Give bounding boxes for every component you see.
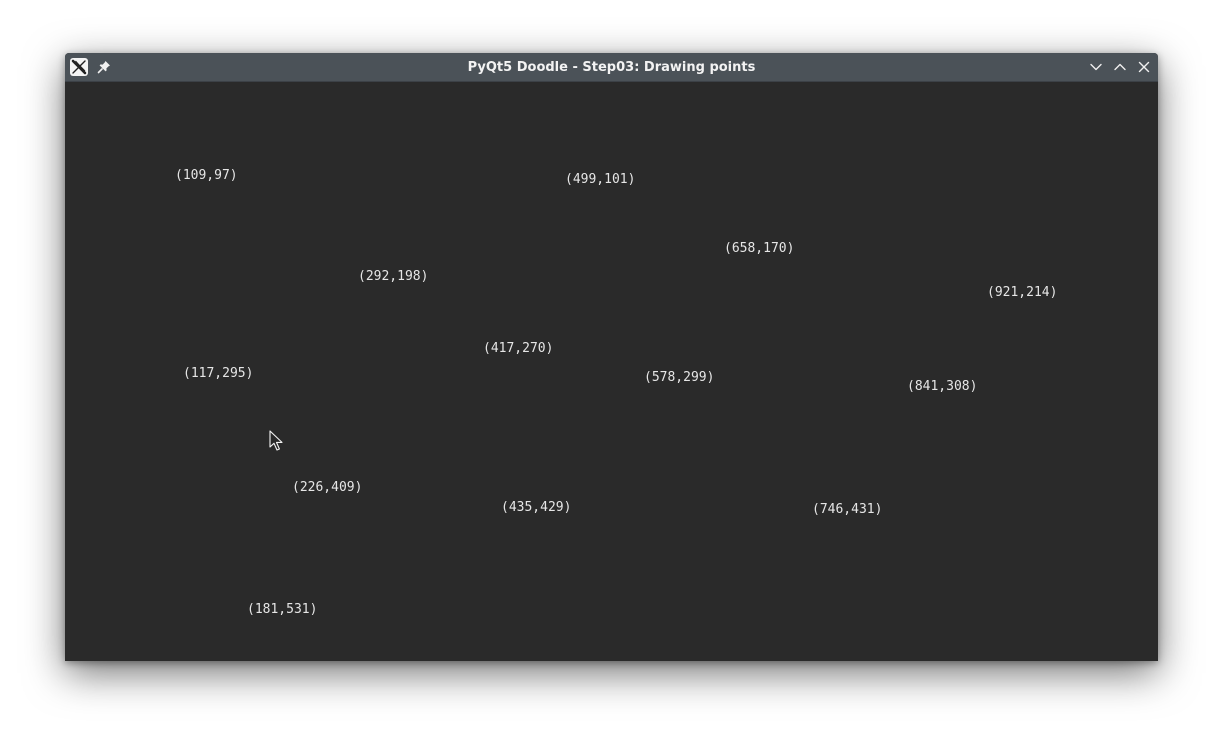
chevron-up-icon[interactable] [1112, 59, 1128, 75]
point-label: (578,299) [644, 370, 715, 385]
window-title: PyQt5 Doodle - Step03: Drawing points [467, 60, 756, 75]
point-label: (658,170) [724, 241, 795, 256]
point-label: (921,214) [987, 285, 1058, 300]
point-label: (117,295) [183, 366, 254, 381]
point-label: (226,409) [292, 480, 363, 495]
point-label: (181,531) [247, 602, 318, 617]
chevron-down-icon[interactable] [1088, 59, 1104, 75]
point-label: (841,308) [907, 379, 978, 394]
drawing-canvas[interactable]: (109,97) (499,101) (658,170) (292,198) (… [65, 82, 1158, 661]
close-icon[interactable] [1136, 59, 1152, 75]
point-label: (499,101) [565, 172, 636, 187]
point-label: (109,97) [175, 168, 238, 183]
point-label: (292,198) [358, 269, 429, 284]
point-label: (417,270) [483, 341, 554, 356]
point-label: (435,429) [501, 500, 572, 515]
point-label: (746,431) [812, 502, 883, 517]
mouse-cursor-icon [269, 430, 285, 452]
title-bar[interactable]: PyQt5 Doodle - Step03: Drawing points [65, 53, 1158, 82]
app-window: PyQt5 Doodle - Step03: Drawing points (1… [65, 53, 1158, 661]
